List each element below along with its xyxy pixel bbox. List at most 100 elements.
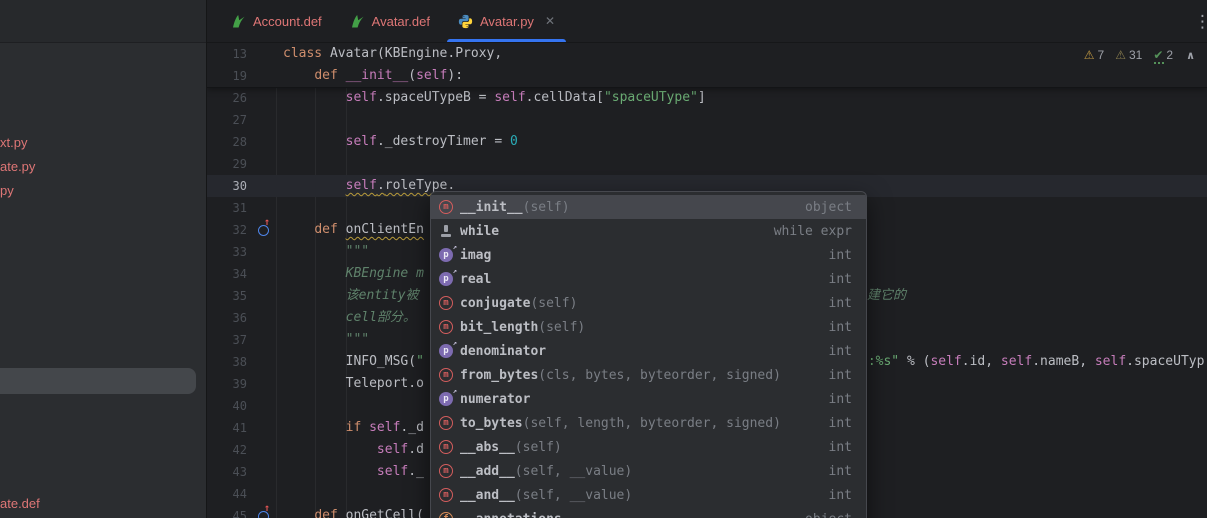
- completion-label: while: [460, 224, 499, 239]
- completion-label: __annotations__: [460, 512, 577, 518]
- code-line[interactable]: 26 self.spaceUTypeB = self.cellData["spa…: [207, 87, 1207, 109]
- completion-label: __add__: [460, 464, 515, 479]
- collapse-chevron-icon[interactable]: ∧: [1186, 49, 1195, 62]
- completion-type: object: [805, 200, 852, 215]
- completion-item[interactable]: to_bytes (self, length, byteorder, signe…: [431, 411, 866, 435]
- file-type-icon: [231, 14, 246, 29]
- completion-label: to_bytes: [460, 416, 523, 431]
- code-line[interactable]: 27: [207, 109, 1207, 131]
- weak-warnings-badge[interactable]: ⚠ 31: [1115, 48, 1142, 62]
- completion-item[interactable]: __and__ (self, __value) int: [431, 483, 866, 507]
- completion-item[interactable]: from_bytes (cls, bytes, byteorder, signe…: [431, 363, 866, 387]
- completion-kind-icon: [439, 368, 453, 382]
- code-line[interactable]: 13 class Avatar(KBEngine.Proxy,: [207, 43, 1207, 65]
- completion-item[interactable]: while while expr: [431, 219, 866, 243]
- line-number: 33: [207, 241, 247, 263]
- completion-kind-icon: [439, 416, 453, 430]
- completion-kind-icon: [439, 224, 453, 238]
- completion-params: (self): [515, 440, 562, 455]
- sidebar-file-item[interactable]: py: [0, 179, 206, 203]
- tab-label: Avatar.py: [480, 14, 534, 29]
- completion-item[interactable]: __init__ (self) object: [431, 195, 866, 219]
- completion-kind-icon: [439, 248, 453, 262]
- tab-label: Account.def: [253, 14, 322, 29]
- weak-warning-icon: ⚠: [1115, 48, 1126, 62]
- completion-params: (self, length, byteorder, signed): [523, 416, 781, 431]
- line-number: 27: [207, 109, 247, 131]
- check-icon: ✔: [1153, 48, 1163, 62]
- code-text: cell部分。: [283, 307, 416, 329]
- override-gutter-icon[interactable]: [258, 225, 269, 236]
- project-tree: xt.pyate.pypy: [0, 131, 206, 203]
- sidebar-file-item[interactable]: ate.py: [0, 155, 206, 179]
- completion-kind-icon: [439, 488, 453, 502]
- editor-tab[interactable]: Avatar.py ✕: [444, 0, 569, 42]
- completion-popup: __init__ (self) object while while expr …: [430, 191, 867, 518]
- code-text: def onGetCell(: [283, 505, 424, 518]
- code-text: Teleport.o: [283, 373, 424, 395]
- completion-type: int: [829, 248, 852, 263]
- completion-params: (self, __value): [515, 488, 632, 503]
- completion-type: int: [829, 320, 852, 335]
- completion-label: real: [460, 272, 491, 287]
- completion-item[interactable]: real int: [431, 267, 866, 291]
- sidebar-file-item[interactable]: xt.py: [0, 131, 206, 155]
- code-editor[interactable]: 26 self.spaceUTypeB = self.cellData["spa…: [207, 43, 1207, 518]
- passed-badge[interactable]: ✔ 2: [1153, 48, 1173, 62]
- completion-kind-icon: [439, 512, 453, 518]
- completion-label: __abs__: [460, 440, 515, 455]
- completion-item[interactable]: denominator int: [431, 339, 866, 363]
- completion-item[interactable]: __abs__ (self) int: [431, 435, 866, 459]
- completion-item[interactable]: bit_length (self) int: [431, 315, 866, 339]
- completion-type: int: [829, 296, 852, 311]
- sidebar-file-item[interactable]: ate.def: [0, 492, 40, 516]
- python-file-icon: [458, 14, 473, 29]
- completion-label: imag: [460, 248, 491, 263]
- sidebar-selected-row[interactable]: [0, 368, 196, 394]
- line-number: 40: [207, 395, 247, 417]
- completion-item[interactable]: conjugate (self) int: [431, 291, 866, 315]
- more-options-icon[interactable]: ⋮: [1194, 0, 1207, 43]
- completion-params: (self): [530, 296, 577, 311]
- line-number: 38: [207, 351, 247, 373]
- file-type-icon: [458, 14, 473, 29]
- tab-close-icon[interactable]: ✕: [545, 14, 555, 28]
- ide-window: xt.pyate.pypy ate.def Account.def: [0, 0, 1207, 518]
- inspection-widget[interactable]: ⚠ 7 ⚠ 31 ✔ 2 ∧: [1078, 46, 1195, 64]
- completion-type: while expr: [774, 224, 852, 239]
- editor-tabs: Account.def Avatar.def Avatar.py ✕: [217, 0, 569, 42]
- editor-tab[interactable]: Avatar.def: [336, 0, 444, 42]
- line-number: 44: [207, 483, 247, 505]
- line-number: 36: [207, 307, 247, 329]
- completion-label: bit_length: [460, 320, 538, 335]
- line-number: 37: [207, 329, 247, 351]
- completion-item[interactable]: imag int: [431, 243, 866, 267]
- code-line[interactable]: 19 def __init__(self):: [207, 65, 1207, 87]
- code-text: """: [283, 241, 369, 263]
- override-gutter-icon[interactable]: [258, 511, 269, 518]
- passed-count: 2: [1166, 48, 1173, 62]
- warning-icon: ⚠: [1084, 48, 1095, 62]
- completion-type: int: [829, 368, 852, 383]
- completion-kind-icon: [439, 464, 453, 478]
- code-line[interactable]: 28 self._destroyTimer = 0: [207, 131, 1207, 153]
- completion-type: int: [829, 416, 852, 431]
- completion-params: (self): [523, 200, 570, 215]
- code-text: self._destroyTimer = 0: [283, 131, 518, 153]
- warnings-badge[interactable]: ⚠ 7: [1084, 48, 1104, 62]
- completion-kind-icon: [439, 392, 453, 406]
- editor-tab[interactable]: Account.def: [217, 0, 336, 42]
- tab-label: Avatar.def: [372, 14, 430, 29]
- completion-item[interactable]: __annotations__ object: [431, 507, 866, 518]
- code-text: def __init__(self):: [283, 65, 463, 87]
- completion-item[interactable]: numerator int: [431, 387, 866, 411]
- completion-item[interactable]: __add__ (self, __value) int: [431, 459, 866, 483]
- line-number: 39: [207, 373, 247, 395]
- completion-kind-icon: [439, 344, 453, 358]
- completion-type: int: [829, 392, 852, 407]
- completion-type: int: [829, 344, 852, 359]
- code-text-fragment: 建它的: [867, 285, 906, 307]
- sidebar-header: [0, 0, 206, 43]
- code-line[interactable]: 29: [207, 153, 1207, 175]
- completion-params: (cls, bytes, byteorder, signed): [538, 368, 781, 383]
